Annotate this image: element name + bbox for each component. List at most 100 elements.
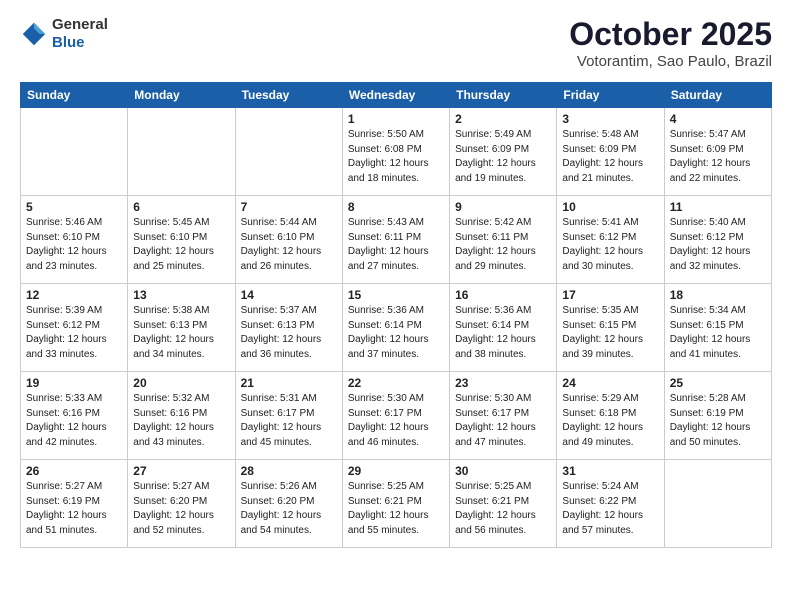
day-number: 9: [455, 200, 551, 214]
day-detail: Sunrise: 5:37 AM Sunset: 6:13 PM Dayligh…: [241, 304, 337, 362]
calendar-cell: 2 Sunrise: 5:49 AM Sunset: 6:09 PM Daylig…: [450, 108, 557, 196]
calendar-cell: 3 Sunrise: 5:48 AM Sunset: 6:09 PM Daylig…: [557, 108, 664, 196]
calendar-cell: 5Sunrise: 5:46 AM Sunset: 6:10 PM Daylig…: [21, 196, 128, 284]
col-header-friday: Friday: [557, 83, 664, 108]
calendar-cell: 19 Sunrise: 5:33 AM Sunset: 6:16 PM Dayli…: [21, 372, 128, 460]
calendar-cell: 12 Sunrise: 5:39 AM Sunset: 6:12 PM Dayli…: [21, 284, 128, 372]
calendar-cell: 6 Sunrise: 5:45 AM Sunset: 6:10 PM Daylig…: [128, 196, 235, 284]
calendar-cell: 15 Sunrise: 5:36 AM Sunset: 6:14 PM Dayli…: [342, 284, 449, 372]
day-detail: Sunrise: 5:41 AM Sunset: 6:12 PM Dayligh…: [562, 216, 658, 274]
day-number: 21: [241, 376, 337, 390]
day-number: 29: [348, 464, 444, 478]
title-area: October 2025 Votorantim, Sao Paulo, Braz…: [569, 16, 772, 70]
logo-blue: Blue: [52, 34, 85, 51]
calendar-cell: 22 Sunrise: 5:30 AM Sunset: 6:17 PM Dayli…: [342, 372, 449, 460]
calendar-cell: 27 Sunrise: 5:27 AM Sunset: 6:20 PM Dayli…: [128, 460, 235, 548]
day-detail: Sunrise: 5:31 AM Sunset: 6:17 PM Dayligh…: [241, 392, 337, 450]
day-detail: Sunrise: 5:30 AM Sunset: 6:17 PM Dayligh…: [455, 392, 551, 450]
day-detail: Sunrise: 5:36 AM Sunset: 6:14 PM Dayligh…: [455, 304, 551, 362]
day-number: 4: [670, 112, 766, 126]
calendar-cell: 25 Sunrise: 5:28 AM Sunset: 6:19 PM Dayli…: [664, 372, 771, 460]
day-number: 12: [26, 288, 122, 302]
calendar-cell: 11Sunrise: 5:40 AM Sunset: 6:12 PM Dayli…: [664, 196, 771, 284]
day-number: 6: [133, 200, 229, 214]
day-detail: Sunrise: 5:24 AM Sunset: 6:22 PM Dayligh…: [562, 480, 658, 538]
day-detail: Sunrise: 5:48 AM Sunset: 6:09 PM Dayligh…: [562, 128, 658, 186]
day-detail: Sunrise: 5:42 AM Sunset: 6:11 PM Dayligh…: [455, 216, 551, 274]
calendar-cell: 7 Sunrise: 5:44 AM Sunset: 6:10 PM Daylig…: [235, 196, 342, 284]
calendar-cell: 20 Sunrise: 5:32 AM Sunset: 6:16 PM Dayli…: [128, 372, 235, 460]
week-row-4: 19 Sunrise: 5:33 AM Sunset: 6:16 PM Dayli…: [21, 372, 772, 460]
calendar-cell: 24 Sunrise: 5:29 AM Sunset: 6:18 PM Dayli…: [557, 372, 664, 460]
week-row-2: 5Sunrise: 5:46 AM Sunset: 6:10 PM Daylig…: [21, 196, 772, 284]
week-row-5: 26Sunrise: 5:27 AM Sunset: 6:19 PM Dayli…: [21, 460, 772, 548]
col-header-saturday: Saturday: [664, 83, 771, 108]
day-detail: Sunrise: 5:45 AM Sunset: 6:10 PM Dayligh…: [133, 216, 229, 274]
day-detail: Sunrise: 5:44 AM Sunset: 6:10 PM Dayligh…: [241, 216, 337, 274]
day-detail: Sunrise: 5:34 AM Sunset: 6:15 PM Dayligh…: [670, 304, 766, 362]
day-number: 16: [455, 288, 551, 302]
day-detail: Sunrise: 5:38 AM Sunset: 6:13 PM Dayligh…: [133, 304, 229, 362]
day-number: 2: [455, 112, 551, 126]
calendar-cell: 4 Sunrise: 5:47 AM Sunset: 6:09 PM Daylig…: [664, 108, 771, 196]
day-number: 19: [26, 376, 122, 390]
day-number: 7: [241, 200, 337, 214]
col-header-thursday: Thursday: [450, 83, 557, 108]
day-number: 3: [562, 112, 658, 126]
day-number: 17: [562, 288, 658, 302]
day-detail: Sunrise: 5:39 AM Sunset: 6:12 PM Dayligh…: [26, 304, 122, 362]
day-number: 27: [133, 464, 229, 478]
day-detail: Sunrise: 5:33 AM Sunset: 6:16 PM Dayligh…: [26, 392, 122, 450]
day-number: 18: [670, 288, 766, 302]
calendar-cell: 10 Sunrise: 5:41 AM Sunset: 6:12 PM Dayli…: [557, 196, 664, 284]
day-number: 5: [26, 200, 122, 214]
day-detail: Sunrise: 5:43 AM Sunset: 6:11 PM Dayligh…: [348, 216, 444, 274]
day-number: 23: [455, 376, 551, 390]
calendar-cell: 21 Sunrise: 5:31 AM Sunset: 6:17 PM Dayli…: [235, 372, 342, 460]
logo: General Blue: [20, 16, 108, 52]
col-header-sunday: Sunday: [21, 83, 128, 108]
day-number: 25: [670, 376, 766, 390]
day-detail: Sunrise: 5:27 AM Sunset: 6:20 PM Dayligh…: [133, 480, 229, 538]
day-detail: Sunrise: 5:50 AM Sunset: 6:08 PM Dayligh…: [348, 128, 444, 186]
logo-general: General: [52, 16, 108, 33]
day-detail: Sunrise: 5:30 AM Sunset: 6:17 PM Dayligh…: [348, 392, 444, 450]
day-number: 11: [670, 200, 766, 214]
calendar-cell: 14Sunrise: 5:37 AM Sunset: 6:13 PM Dayli…: [235, 284, 342, 372]
day-detail: Sunrise: 5:36 AM Sunset: 6:14 PM Dayligh…: [348, 304, 444, 362]
day-detail: Sunrise: 5:25 AM Sunset: 6:21 PM Dayligh…: [348, 480, 444, 538]
calendar-cell: [235, 108, 342, 196]
calendar-cell: 28Sunrise: 5:26 AM Sunset: 6:20 PM Dayli…: [235, 460, 342, 548]
calendar-cell: [128, 108, 235, 196]
calendar-cell: 18 Sunrise: 5:34 AM Sunset: 6:15 PM Dayli…: [664, 284, 771, 372]
day-detail: Sunrise: 5:28 AM Sunset: 6:19 PM Dayligh…: [670, 392, 766, 450]
day-number: 15: [348, 288, 444, 302]
calendar-cell: 26Sunrise: 5:27 AM Sunset: 6:19 PM Dayli…: [21, 460, 128, 548]
location-title: Votorantim, Sao Paulo, Brazil: [569, 53, 772, 70]
logo-text: General Blue: [52, 16, 108, 52]
calendar-cell: 17Sunrise: 5:35 AM Sunset: 6:15 PM Dayli…: [557, 284, 664, 372]
calendar-cell: 23 Sunrise: 5:30 AM Sunset: 6:17 PM Dayli…: [450, 372, 557, 460]
day-detail: Sunrise: 5:32 AM Sunset: 6:16 PM Dayligh…: [133, 392, 229, 450]
day-number: 24: [562, 376, 658, 390]
calendar-cell: 13Sunrise: 5:38 AM Sunset: 6:13 PM Dayli…: [128, 284, 235, 372]
calendar-table: SundayMondayTuesdayWednesdayThursdayFrid…: [20, 82, 772, 548]
week-row-1: 1 Sunrise: 5:50 AM Sunset: 6:08 PM Daylig…: [21, 108, 772, 196]
calendar-cell: 9 Sunrise: 5:42 AM Sunset: 6:11 PM Daylig…: [450, 196, 557, 284]
header-row: SundayMondayTuesdayWednesdayThursdayFrid…: [21, 83, 772, 108]
day-detail: Sunrise: 5:25 AM Sunset: 6:21 PM Dayligh…: [455, 480, 551, 538]
calendar-cell: [664, 460, 771, 548]
col-header-tuesday: Tuesday: [235, 83, 342, 108]
col-header-wednesday: Wednesday: [342, 83, 449, 108]
day-detail: Sunrise: 5:47 AM Sunset: 6:09 PM Dayligh…: [670, 128, 766, 186]
calendar-cell: 31Sunrise: 5:24 AM Sunset: 6:22 PM Dayli…: [557, 460, 664, 548]
week-row-3: 12 Sunrise: 5:39 AM Sunset: 6:12 PM Dayli…: [21, 284, 772, 372]
day-number: 22: [348, 376, 444, 390]
calendar-cell: [21, 108, 128, 196]
day-number: 10: [562, 200, 658, 214]
day-number: 1: [348, 112, 444, 126]
day-number: 20: [133, 376, 229, 390]
day-detail: Sunrise: 5:49 AM Sunset: 6:09 PM Dayligh…: [455, 128, 551, 186]
day-number: 8: [348, 200, 444, 214]
day-detail: Sunrise: 5:29 AM Sunset: 6:18 PM Dayligh…: [562, 392, 658, 450]
